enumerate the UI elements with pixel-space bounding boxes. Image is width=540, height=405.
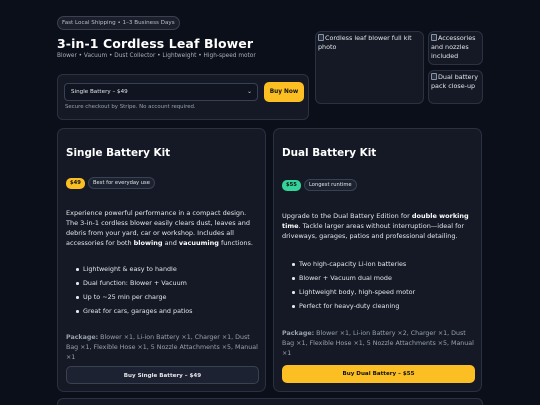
card-title: Dual Battery Kit: [282, 147, 377, 159]
secure-checkout-note: Secure checkout by Stripe. No account re…: [65, 104, 196, 110]
gallery-thumb2-alt: Dual battery pack close-up: [431, 73, 479, 90]
buy-now-button[interactable]: Buy Now: [264, 82, 304, 102]
dual-battery-card: Dual Battery Kit $55 Longest runtime Upg…: [273, 128, 482, 392]
next-section-card: [57, 398, 483, 405]
gallery-thumb-accessories[interactable]: Accessories and nozzles included: [428, 31, 483, 65]
card-description: Experience powerful performance in a com…: [66, 209, 253, 247]
list-item: Perfect for heavy-duty cleaning: [292, 299, 415, 313]
package-contents: Package: Blower ×1, Li-ion Battery ×2, C…: [282, 330, 474, 357]
list-item: Lightweight & easy to handle: [76, 262, 193, 276]
chevron-down-icon: ⌄: [246, 88, 252, 95]
package-contents: Package: Blower ×1, Li-ion Battery ×1, C…: [66, 334, 258, 361]
gallery-main-image[interactable]: Cordless leaf blower full kit photo: [315, 31, 424, 104]
kit-select-value: Single Battery – $49: [71, 89, 128, 95]
page-title: 3-in-1 Cordless Leaf Blower: [57, 36, 254, 51]
list-item: Two high-capacity Li-ion batteries: [292, 257, 415, 271]
broken-image-icon: [318, 34, 324, 41]
kit-tag: Best for everyday use: [88, 177, 155, 189]
single-battery-card: Single Battery Kit $49 Best for everyday…: [57, 128, 266, 392]
buy-single-button[interactable]: Buy Single Battery – $49: [66, 366, 259, 384]
gallery-main-alt: Cordless leaf blower full kit photo: [318, 34, 412, 51]
shipping-badge: Fast Local Shipping • 1–3 Business Days: [57, 16, 180, 30]
list-item: Dual function: Blower + Vacuum: [76, 276, 193, 290]
list-item: Great for cars, garages and patios: [76, 304, 193, 318]
feature-list: Two high-capacity Li-ion batteries Blowe…: [292, 257, 415, 313]
list-item: Blower + Vacuum dual mode: [292, 271, 415, 285]
feature-list: Lightweight & easy to handle Dual functi…: [76, 262, 193, 318]
kit-select[interactable]: Single Battery – $49 ⌄: [64, 83, 258, 101]
broken-image-icon: [431, 73, 437, 80]
gallery-thumb-battery[interactable]: Dual battery pack close-up: [428, 70, 483, 104]
gallery-thumb1-alt: Accessories and nozzles included: [431, 34, 476, 60]
price-badge: $55: [282, 180, 301, 191]
kit-tag: Longest runtime: [304, 179, 357, 191]
price-badge: $49: [66, 178, 85, 189]
list-item: Up to ~25 min per charge: [76, 290, 193, 304]
buy-dual-button[interactable]: Buy Dual Battery – $55: [282, 365, 475, 383]
purchase-box: Single Battery – $49 ⌄ Buy Now Secure ch…: [57, 74, 309, 120]
page-subtitle: Blower • Vacuum • Dust Collector • Light…: [57, 53, 256, 59]
broken-image-icon: [431, 34, 437, 41]
list-item: Lightweight body, high-speed motor: [292, 285, 415, 299]
card-description: Upgrade to the Dual Battery Edition for …: [282, 212, 469, 240]
card-title: Single Battery Kit: [66, 147, 171, 159]
